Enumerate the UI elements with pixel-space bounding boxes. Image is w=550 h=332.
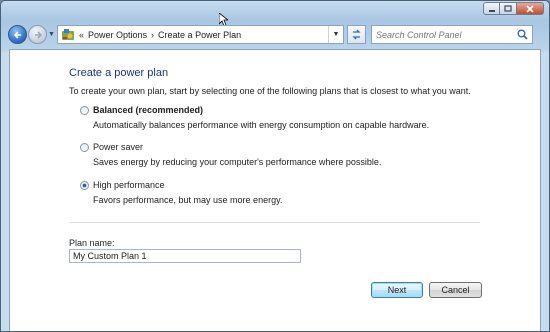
breadcrumb-power-options[interactable]: Power Options [88, 30, 147, 40]
breadcrumb-overflow-chevron[interactable]: « [79, 30, 84, 40]
intro-text: To create your own plan, start by select… [69, 86, 471, 96]
next-button[interactable]: Next [371, 282, 423, 298]
forward-button[interactable] [28, 25, 47, 44]
page-title: Create a power plan [69, 67, 169, 79]
control-panel-icon [62, 28, 74, 40]
cancel-button[interactable]: Cancel [429, 282, 482, 298]
option-label-high-performance[interactable]: High performance [93, 180, 165, 190]
close-button[interactable] [517, 2, 544, 15]
radio-high-performance[interactable] [80, 181, 89, 190]
option-high-performance[interactable]: High performance Favors performance, but… [80, 180, 480, 208]
navigation-bar: ▼ « Power Options › Create a Power Plan … [1, 19, 549, 49]
radio-balanced[interactable] [80, 106, 89, 115]
address-bar[interactable]: « Power Options › Create a Power Plan ▼ [57, 25, 344, 44]
address-dropdown-button[interactable]: ▼ [328, 26, 343, 43]
window: ▼ « Power Options › Create a Power Plan … [0, 0, 550, 332]
option-power-saver[interactable]: Power saver Saves energy by reducing you… [80, 142, 480, 170]
option-description-power-saver: Saves energy by reducing your computer's… [93, 157, 382, 167]
maximize-button[interactable] [500, 2, 517, 15]
search-box[interactable] [371, 25, 533, 44]
plan-name-field[interactable] [69, 249, 301, 263]
breadcrumb-separator[interactable]: › [151, 30, 154, 40]
option-label-balanced[interactable]: Balanced (recommended) [93, 105, 203, 115]
option-description-high-performance: Favors performance, but may use more ene… [93, 195, 283, 205]
option-description-balanced: Automatically balances performance with … [93, 120, 430, 130]
refresh-icon [352, 29, 361, 40]
search-input[interactable] [376, 27, 506, 42]
refresh-button[interactable] [347, 25, 366, 44]
option-label-power-saver[interactable]: Power saver [93, 142, 143, 152]
minimize-button[interactable] [483, 2, 500, 15]
radio-power-saver[interactable] [80, 143, 89, 152]
back-button[interactable] [8, 25, 27, 44]
divider [69, 222, 480, 223]
close-icon [526, 4, 534, 13]
forward-arrow-icon [34, 30, 42, 39]
maximize-icon [504, 5, 512, 12]
title-bar[interactable] [1, 1, 549, 27]
recent-pages-dropdown[interactable]: ▼ [48, 31, 55, 38]
caption-buttons [483, 2, 544, 15]
option-balanced[interactable]: Balanced (recommended) Automatically bal… [80, 105, 480, 133]
back-arrow-icon [13, 30, 21, 39]
breadcrumb-create-power-plan[interactable]: Create a Power Plan [158, 30, 241, 40]
minimize-icon [488, 9, 495, 12]
search-icon [517, 29, 528, 40]
plan-name-label: Plan name: [69, 238, 115, 248]
main-content: Create a power plan To create your own p… [9, 49, 541, 331]
chevron-down-icon: ▼ [332, 31, 340, 38]
